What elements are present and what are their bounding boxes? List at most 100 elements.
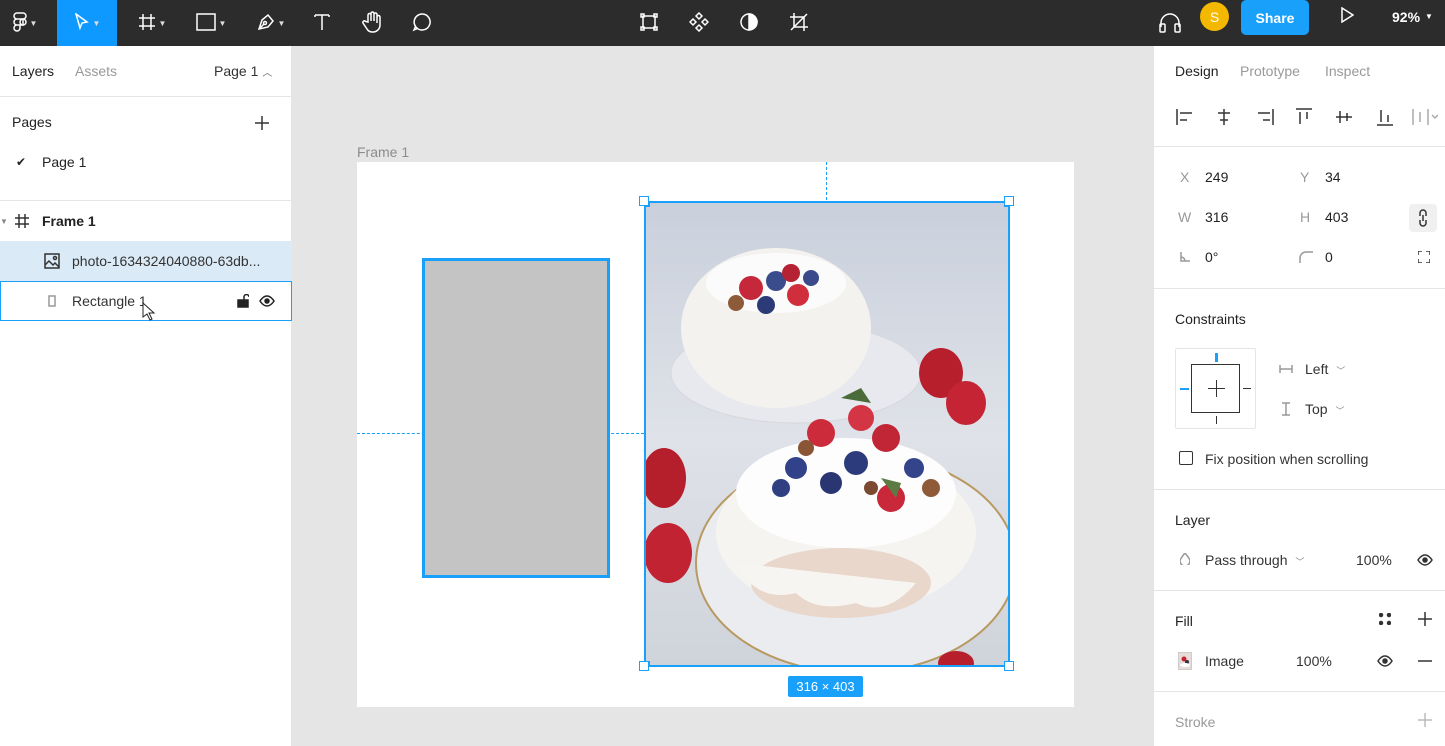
page-item-label: Page 1 xyxy=(42,154,87,170)
y-input[interactable]: 34 xyxy=(1325,169,1341,185)
top-toolbar: ▼ ▼ ▼ ▼ ▼ S Share 92% ▼ xyxy=(0,0,1445,46)
comment-tool-button[interactable] xyxy=(407,0,437,46)
add-fill-button[interactable] xyxy=(1417,611,1433,627)
audio-button[interactable] xyxy=(1155,0,1185,46)
rectangle-1-shape[interactable] xyxy=(422,258,610,578)
align-left-icon[interactable] xyxy=(1174,107,1196,127)
plus-icon xyxy=(1418,612,1432,626)
add-page-button[interactable] xyxy=(252,113,272,133)
height-input[interactable]: 403 xyxy=(1325,209,1348,225)
rectangle-icon xyxy=(47,294,57,308)
component-set-button[interactable] xyxy=(685,0,713,46)
x-input[interactable]: 249 xyxy=(1205,169,1228,185)
rotation-icon xyxy=(1178,250,1192,264)
pen-tool-button[interactable]: ▼ xyxy=(250,0,292,46)
blend-mode-dropdown[interactable]: Pass through ﹀ xyxy=(1205,552,1304,568)
constraints-widget[interactable] xyxy=(1175,348,1256,429)
width-input[interactable]: 316 xyxy=(1205,209,1228,225)
layer-title: Layer xyxy=(1175,512,1211,528)
user-avatar[interactable]: S xyxy=(1200,2,1229,31)
left-panel: Layers Assets Page 1 ︿ Pages ✔ Page 1 ▼ … xyxy=(0,46,292,746)
page-item[interactable]: ✔ Page 1 xyxy=(0,145,291,179)
chevron-down-icon: ▼ xyxy=(158,18,167,28)
remove-fill-button[interactable] xyxy=(1417,653,1433,669)
figma-logo-icon xyxy=(12,11,27,35)
align-top-icon[interactable] xyxy=(1293,107,1315,127)
rotation-input[interactable]: 0° xyxy=(1205,249,1218,265)
constraint-center-v[interactable] xyxy=(1216,380,1217,397)
fill-type[interactable]: Image xyxy=(1205,653,1244,669)
image-fill-thumbnail[interactable] xyxy=(1178,652,1192,670)
present-button[interactable] xyxy=(1333,0,1361,33)
share-button[interactable]: Share xyxy=(1241,0,1309,35)
constraint-bottom[interactable] xyxy=(1216,416,1217,424)
corner-radius-input[interactable]: 0 xyxy=(1325,249,1333,265)
layer-opacity-input[interactable]: 100% xyxy=(1356,552,1392,568)
zoom-dropdown[interactable]: 92% ▼ xyxy=(1392,0,1433,33)
eye-icon[interactable] xyxy=(258,293,276,309)
fill-opacity-input[interactable]: 100% xyxy=(1296,653,1332,669)
x-label: X xyxy=(1180,169,1190,185)
canvas[interactable]: Frame 1 316 × 403 xyxy=(292,46,1153,746)
horizontal-constraint-dropdown[interactable]: Left ﹀ xyxy=(1305,361,1345,377)
text-icon xyxy=(314,13,330,34)
image-icon xyxy=(44,253,60,269)
tab-assets[interactable]: Assets xyxy=(75,63,117,79)
align-horizontal-center-icon[interactable] xyxy=(1213,107,1235,127)
constraints-title: Constraints xyxy=(1175,311,1246,327)
frame-tool-button[interactable]: ▼ xyxy=(131,0,173,46)
photo-image[interactable] xyxy=(644,201,1010,667)
frame-grid-icon xyxy=(14,213,30,229)
align-right-icon[interactable] xyxy=(1254,107,1276,127)
main-menu-button[interactable]: ▼ xyxy=(0,0,50,46)
layer-rectangle-1[interactable]: Rectangle 1 xyxy=(0,281,292,321)
constraint-top-active[interactable] xyxy=(1215,353,1218,362)
resize-handle-top-left[interactable] xyxy=(639,196,649,206)
text-tool-button[interactable] xyxy=(308,0,336,46)
resize-handle-bottom-right[interactable] xyxy=(1004,661,1014,671)
independent-corners-icon[interactable] xyxy=(1416,249,1432,265)
comment-icon xyxy=(412,12,432,35)
tab-inspect[interactable]: Inspect xyxy=(1325,63,1370,79)
resize-handle-top-right[interactable] xyxy=(1004,196,1014,206)
create-component-button[interactable] xyxy=(635,0,663,46)
layer-frame-1[interactable]: ▼ Frame 1 xyxy=(0,201,292,241)
eye-icon[interactable] xyxy=(1376,653,1394,669)
frame-label[interactable]: Frame 1 xyxy=(357,144,409,160)
align-bottom-icon[interactable] xyxy=(1374,107,1396,127)
component-icon xyxy=(640,12,658,34)
unlock-icon[interactable] xyxy=(235,293,251,309)
size-badge: 316 × 403 xyxy=(788,676,863,697)
constraint-right[interactable] xyxy=(1243,388,1251,389)
frame-grid-icon xyxy=(138,13,156,34)
add-stroke-button[interactable] xyxy=(1417,712,1433,728)
distribute-icon[interactable] xyxy=(1410,107,1440,127)
style-grid-icon[interactable] xyxy=(1377,611,1393,627)
layer-label: Frame 1 xyxy=(42,213,96,229)
constraint-left-active[interactable] xyxy=(1180,388,1189,390)
eye-icon[interactable] xyxy=(1416,552,1434,568)
tab-layers[interactable]: Layers xyxy=(12,63,54,79)
constrain-proportions-button[interactable] xyxy=(1409,204,1437,232)
crop-button[interactable] xyxy=(785,0,813,46)
layer-photo[interactable]: photo-1634324040880-63db... xyxy=(0,241,292,281)
shape-tool-button[interactable]: ▼ xyxy=(190,0,232,46)
hand-tool-button[interactable] xyxy=(357,0,387,46)
align-vertical-center-icon[interactable] xyxy=(1333,107,1355,127)
headphones-icon xyxy=(1158,11,1182,36)
resize-handle-bottom-left[interactable] xyxy=(639,661,649,671)
checkmark-icon: ✔ xyxy=(16,155,27,169)
fix-position-checkbox[interactable] xyxy=(1179,451,1193,465)
vertical-constraint-dropdown[interactable]: Top ﹀ xyxy=(1305,401,1344,417)
tab-prototype[interactable]: Prototype xyxy=(1240,63,1300,79)
hand-icon xyxy=(362,10,382,36)
spacing-guide-vertical xyxy=(826,162,827,200)
move-tool-button[interactable]: ▼ xyxy=(57,0,117,46)
page-selector[interactable]: Page 1 ︿ xyxy=(214,63,272,79)
stroke-section: Stroke xyxy=(1154,692,1445,746)
mask-button[interactable] xyxy=(735,0,763,46)
play-icon xyxy=(1340,6,1355,26)
tab-design[interactable]: Design xyxy=(1175,63,1219,79)
w-label: W xyxy=(1178,209,1192,225)
minus-icon xyxy=(1418,660,1432,662)
